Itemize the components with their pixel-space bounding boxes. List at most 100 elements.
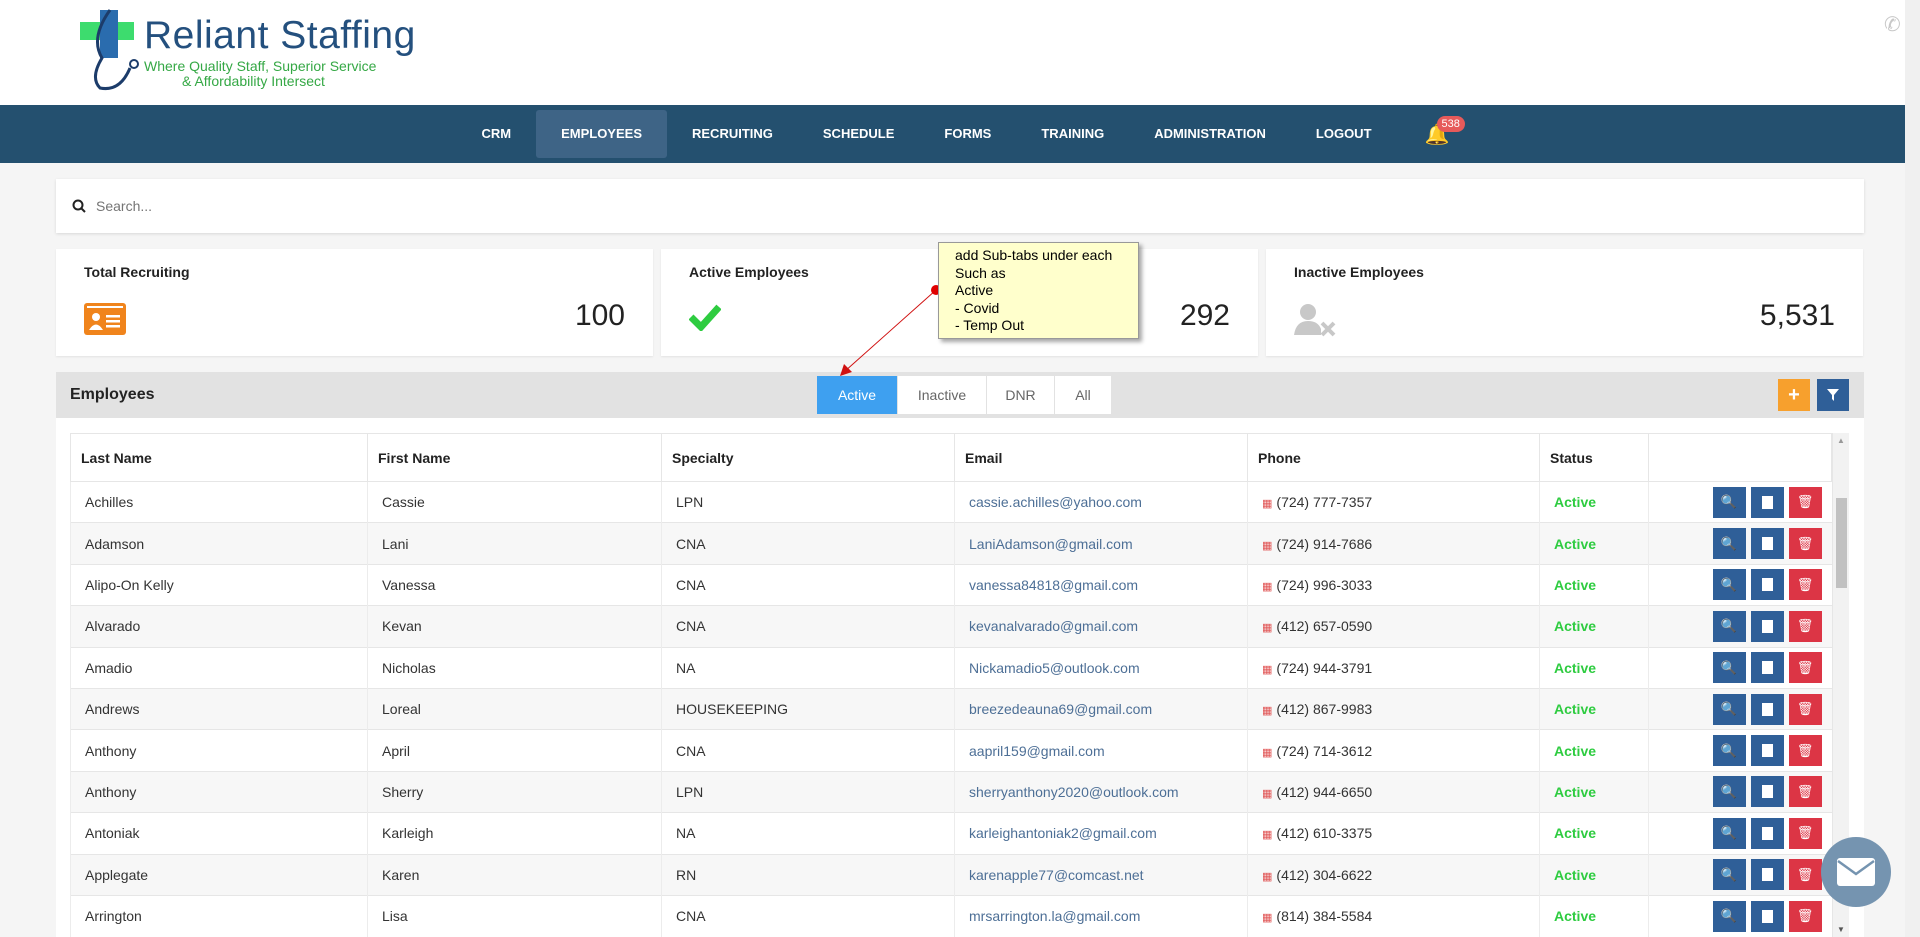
scroll-up-icon[interactable]: ▲ <box>1837 436 1845 445</box>
view-button[interactable]: 🔍 <box>1712 528 1746 560</box>
col-email[interactable]: Email <box>954 433 1248 482</box>
table-row[interactable]: Alvarado Kevan CNA kevanalvarado@gmail.com ▦… <box>70 605 1832 648</box>
cell-text: Karen <box>382 866 420 883</box>
nav-recruiting[interactable]: RECRUITING <box>667 110 798 158</box>
search-input[interactable] <box>96 198 1796 214</box>
table-row[interactable]: Amadio Nicholas NA Nickamadio5@outlook.com ▦… <box>70 646 1832 689</box>
delete-button[interactable]: 🗑 <box>1788 693 1822 725</box>
email-link[interactable]: cassie.achilles@yahoo.com <box>954 480 1248 523</box>
notes-button[interactable] <box>1750 900 1784 932</box>
email-link[interactable]: Nickamadio5@outlook.com <box>954 646 1248 689</box>
email-link[interactable]: LaniAdamson@gmail.com <box>954 522 1248 565</box>
view-button[interactable]: 🔍 <box>1712 569 1746 601</box>
specialty-cell: CNA <box>661 894 955 937</box>
notes-button[interactable] <box>1750 528 1784 560</box>
logo[interactable]: Reliant Staffing Where Quality Staff, Su… <box>80 8 440 92</box>
table-row[interactable]: Arrington Lisa CNA mrsarrington.la@gmail.co… <box>70 894 1832 937</box>
nav-logout[interactable]: LOGOUT <box>1291 110 1397 158</box>
status-cell: Active <box>1539 812 1649 855</box>
email-link[interactable]: mrsarrington.la@gmail.com <box>954 894 1248 937</box>
delete-button[interactable]: 🗑 <box>1788 610 1822 642</box>
cell-text: Nickamadio5@outlook.com <box>969 659 1140 676</box>
email-link[interactable]: aapril159@gmail.com <box>954 729 1248 772</box>
status-cell: Active <box>1539 480 1649 523</box>
table-row[interactable]: Anthony Sherry LPN sherryanthony2020@outloo… <box>70 770 1832 813</box>
notes-button[interactable] <box>1750 817 1784 849</box>
cell-text: (412) 867-9983 <box>1276 701 1373 718</box>
view-button[interactable]: 🔍 <box>1712 652 1746 684</box>
tab-dnr[interactable]: DNR <box>987 376 1055 414</box>
trash-icon: 🗑 <box>1796 494 1814 510</box>
note-icon <box>1761 702 1773 716</box>
nav-crm[interactable]: CRM <box>456 110 536 158</box>
card-total-recruiting[interactable]: Total Recruiting 100 <box>56 249 653 356</box>
nav-training[interactable]: TRAINING <box>1016 110 1129 158</box>
notes-button[interactable] <box>1750 776 1784 808</box>
add-employee-button[interactable]: + <box>1778 379 1810 411</box>
delete-button[interactable]: 🗑 <box>1788 486 1822 518</box>
table-row[interactable]: Andrews Loreal HOUSEKEEPING breezedeauna69@… <box>70 687 1832 730</box>
card-inactive-employees[interactable]: Inactive Employees 5,531 <box>1266 249 1863 356</box>
phone-cell: ▦ (412) 610-3375 <box>1247 812 1540 855</box>
specialty-cell: RN <box>661 853 955 896</box>
brand-tagline: Where Quality Staff, Superior Service <box>144 58 377 74</box>
status-cell: Active <box>1539 729 1649 772</box>
nav-employees[interactable]: EMPLOYEES <box>536 110 667 158</box>
notes-button[interactable] <box>1750 486 1784 518</box>
delete-button[interactable]: 🗑 <box>1788 735 1822 767</box>
trash-icon: 🗑 <box>1796 576 1814 592</box>
delete-button[interactable]: 🗑 <box>1788 569 1822 601</box>
phone-icon: ▦ <box>1262 787 1273 800</box>
filter-button[interactable] <box>1817 379 1849 411</box>
nav-administration[interactable]: ADMINISTRATION <box>1129 110 1291 158</box>
col-last-name[interactable]: Last Name <box>70 433 368 482</box>
delete-button[interactable]: 🗑 <box>1788 817 1822 849</box>
last-name-cell: Alipo-On Kelly <box>70 563 368 606</box>
view-button[interactable]: 🔍 <box>1712 817 1746 849</box>
notes-button[interactable] <box>1750 610 1784 642</box>
nav-schedule[interactable]: SCHEDULE <box>798 110 920 158</box>
notes-button[interactable] <box>1750 569 1784 601</box>
table-row[interactable]: Alipo-On Kelly Vanessa CNA vanessa84818@gma… <box>70 563 1832 606</box>
notifications-button[interactable]: 🔔 538 <box>1419 110 1465 158</box>
view-button[interactable]: 🔍 <box>1712 776 1746 808</box>
table-row[interactable]: Adamson Lani CNA LaniAdamson@gmail.com ▦ (724… <box>70 522 1832 565</box>
view-button[interactable]: 🔍 <box>1712 486 1746 518</box>
delete-button[interactable]: 🗑 <box>1788 776 1822 808</box>
delete-button[interactable]: 🗑 <box>1788 859 1822 891</box>
col-status[interactable]: Status <box>1539 433 1649 482</box>
scrollbar-thumb[interactable] <box>1836 498 1847 588</box>
status-cell: Active <box>1539 646 1649 689</box>
tab-all[interactable]: All <box>1055 376 1112 414</box>
table-row[interactable]: Applegate Karen RN karenapple77@comcast.net… <box>70 853 1832 896</box>
email-link[interactable]: kevanalvarado@gmail.com <box>954 605 1248 648</box>
view-button[interactable]: 🔍 <box>1712 900 1746 932</box>
view-button[interactable]: 🔍 <box>1712 735 1746 767</box>
scroll-down-icon[interactable]: ▼ <box>1837 925 1845 934</box>
table-row[interactable]: Antoniak Karleigh NA karleighantoniak2@gmai… <box>70 812 1832 855</box>
col-phone[interactable]: Phone <box>1247 433 1540 482</box>
view-button[interactable]: 🔍 <box>1712 693 1746 725</box>
delete-button[interactable]: 🗑 <box>1788 528 1822 560</box>
col-first-name[interactable]: First Name <box>367 433 662 482</box>
table-row[interactable]: Anthony April CNA aapril159@gmail.com ▦ (724)… <box>70 729 1832 772</box>
notes-button[interactable] <box>1750 652 1784 684</box>
message-button[interactable] <box>1821 837 1891 907</box>
phone-settings-icon[interactable]: ✆ <box>1884 12 1901 37</box>
notes-button[interactable] <box>1750 859 1784 891</box>
email-link[interactable]: karenapple77@comcast.net <box>954 853 1248 896</box>
email-link[interactable]: sherryanthony2020@outlook.com <box>954 770 1248 813</box>
notes-button[interactable] <box>1750 735 1784 767</box>
page-scrollbar[interactable] <box>1905 0 1920 937</box>
email-link[interactable]: breezedeauna69@gmail.com <box>954 687 1248 730</box>
nav-forms[interactable]: FORMS <box>919 110 1016 158</box>
delete-button[interactable]: 🗑 <box>1788 652 1822 684</box>
table-row[interactable]: Achilles Cassie LPN cassie.achilles@yahoo.c… <box>70 480 1832 523</box>
view-button[interactable]: 🔍 <box>1712 859 1746 891</box>
email-link[interactable]: vanessa84818@gmail.com <box>954 563 1248 606</box>
email-link[interactable]: karleighantoniak2@gmail.com <box>954 812 1248 855</box>
notes-button[interactable] <box>1750 693 1784 725</box>
view-button[interactable]: 🔍 <box>1712 610 1746 642</box>
delete-button[interactable]: 🗑 <box>1788 900 1822 932</box>
col-specialty[interactable]: Specialty <box>661 433 955 482</box>
